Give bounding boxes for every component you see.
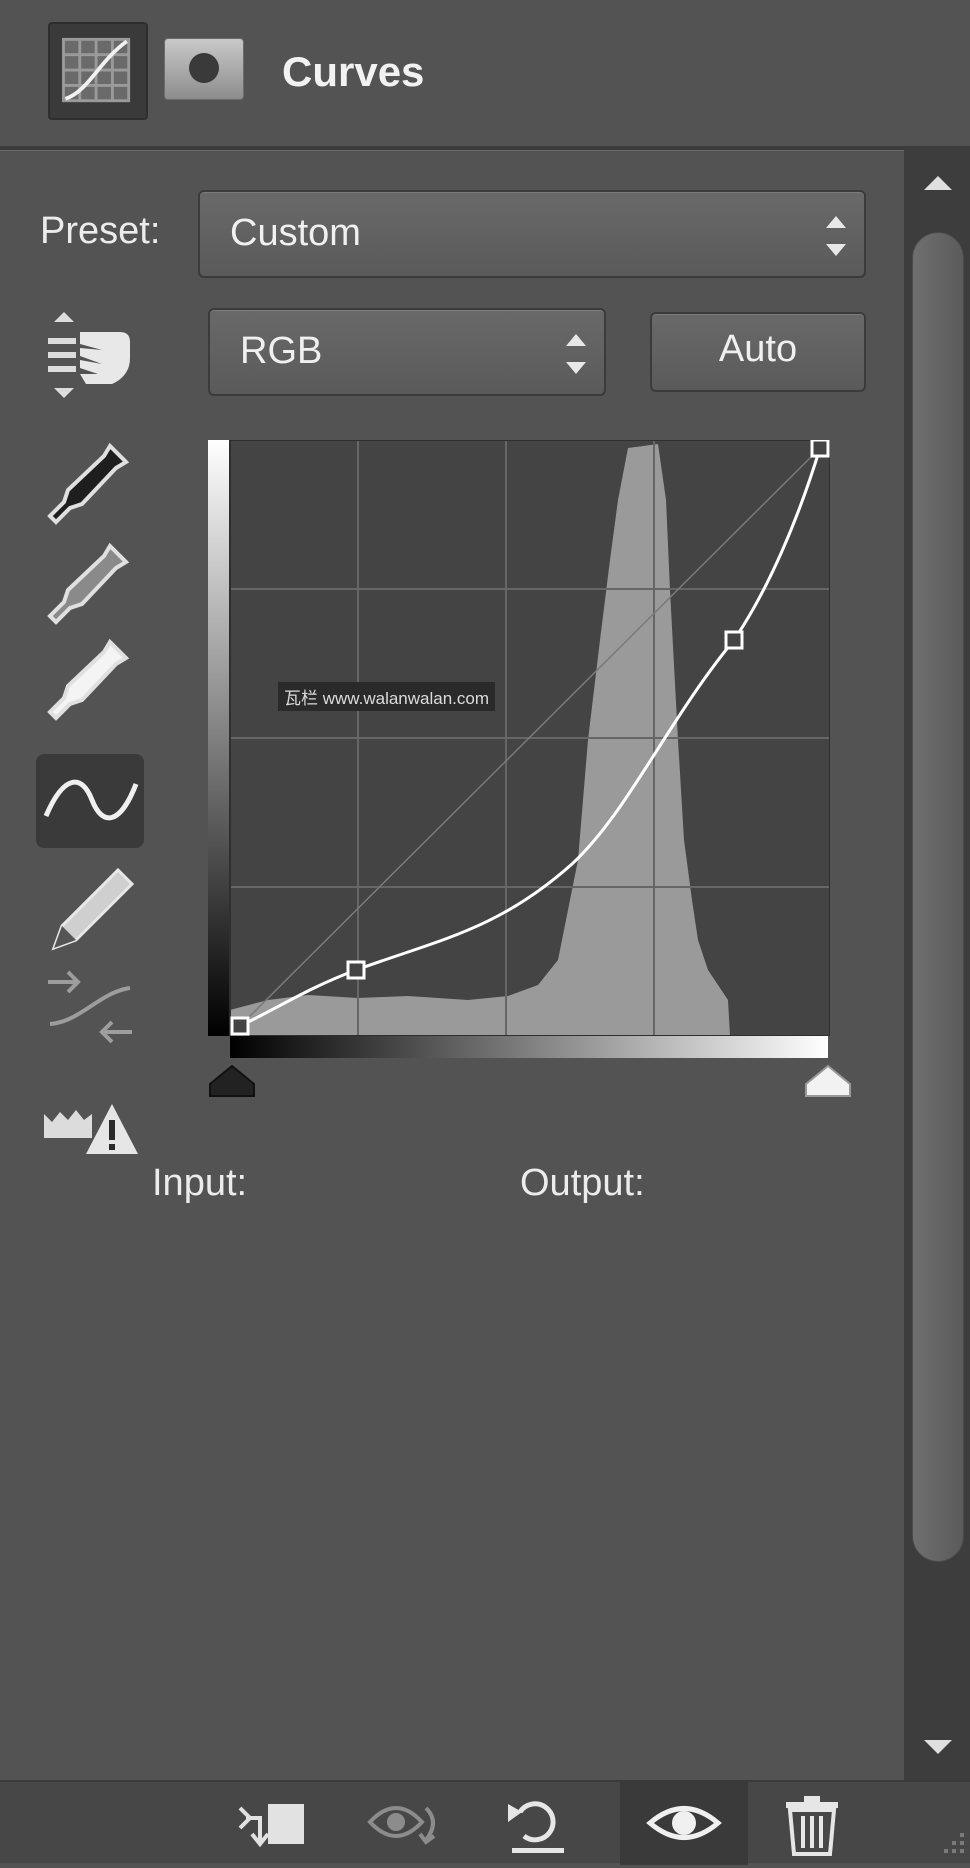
bottom-toolbar <box>0 1780 970 1865</box>
input-gradient-bar <box>230 1036 828 1058</box>
header-divider <box>0 146 970 151</box>
curve-point-0 <box>230 1016 250 1036</box>
curve-point-2 <box>724 630 744 650</box>
input-label: Input: <box>152 1162 248 1204</box>
white-point-slider-icon[interactable] <box>804 1064 852 1098</box>
visibility-eye-icon <box>644 1788 724 1858</box>
scroll-down-arrow-icon[interactable] <box>924 1740 952 1754</box>
curve-point-3 <box>810 438 830 458</box>
white-point-eyedropper-icon[interactable] <box>40 634 140 724</box>
gray-point-eyedropper-icon[interactable] <box>40 538 140 628</box>
channel-value: RGB <box>240 330 323 372</box>
resize-grip-icon[interactable] <box>930 1823 970 1863</box>
panel-title: Curves <box>282 48 425 95</box>
preset-label: Preset: <box>40 210 161 252</box>
visibility-toggle[interactable] <box>620 1782 748 1865</box>
curve-point-1 <box>346 960 366 980</box>
curves-graph[interactable] <box>208 438 831 1037</box>
preset-value: Custom <box>230 212 361 254</box>
output-label: Output: <box>520 1162 645 1204</box>
preset-dropdown[interactable]: Custom <box>198 190 866 278</box>
auto-button-label: Auto <box>718 328 798 370</box>
reset-icon[interactable] <box>498 1790 578 1860</box>
smooth-curve-icon[interactable] <box>36 754 144 848</box>
smooth-curve-values-icon[interactable] <box>40 962 140 1052</box>
auto-button[interactable]: Auto <box>650 312 866 392</box>
delete-trash-icon[interactable] <box>772 1790 852 1860</box>
layer-mask-icon[interactable] <box>164 38 244 100</box>
scroll-up-arrow-icon[interactable] <box>924 176 952 190</box>
black-point-slider-icon[interactable] <box>208 1064 256 1098</box>
clip-to-layer-icon[interactable] <box>232 1790 312 1860</box>
spinner-arrows-icon <box>566 334 586 374</box>
channel-dropdown[interactable]: RGB <box>208 308 606 396</box>
spinner-arrows-icon <box>826 216 846 256</box>
clipping-warning-icon[interactable] <box>40 1090 144 1160</box>
pencil-icon[interactable] <box>40 862 140 952</box>
panel-header: Curves <box>0 0 970 146</box>
curves-adjustment-icon[interactable] <box>48 22 148 120</box>
black-point-eyedropper-icon[interactable] <box>40 438 140 528</box>
mask-dot-icon <box>189 53 219 83</box>
watermark: 瓦栏 www.walanwalan.com <box>278 682 496 711</box>
on-image-adjust-icon[interactable] <box>40 310 140 400</box>
scrollbar-thumb[interactable] <box>912 232 964 1562</box>
view-previous-state-icon[interactable] <box>366 1790 446 1860</box>
